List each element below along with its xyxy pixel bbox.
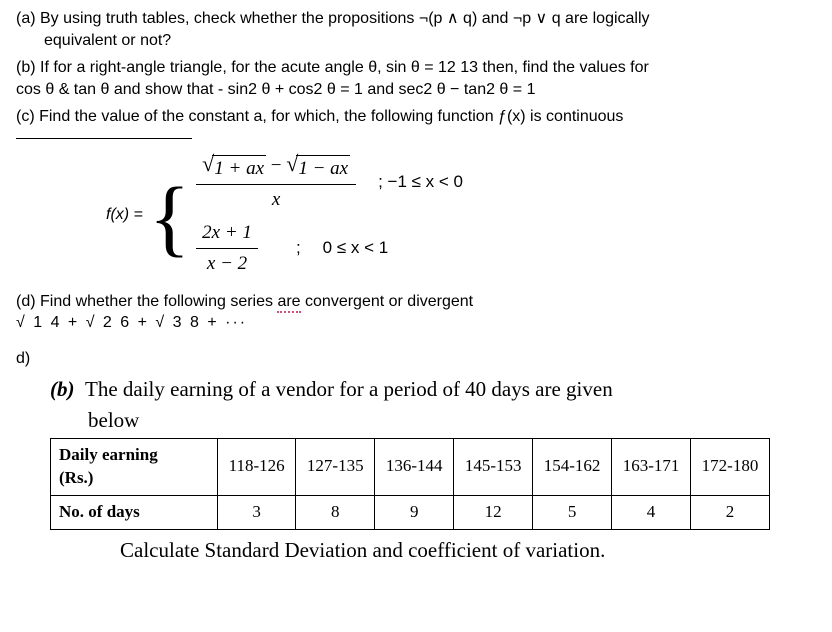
calc-text: Calculate Standard Deviation and coeffic… [120, 536, 816, 564]
frac-1: √1 + ax − √1 − ax x [196, 153, 356, 212]
row1-label: Daily earning (Rs.) [51, 439, 218, 496]
val-4: 5 [533, 495, 612, 529]
val-5: 4 [612, 495, 691, 529]
val-3: 12 [454, 495, 533, 529]
table-row: Daily earning (Rs.) 118-126 127-135 136-… [51, 439, 770, 496]
b-text2: below [88, 406, 816, 434]
r1l1: Daily earning [59, 445, 158, 464]
left-brace: { [149, 182, 190, 252]
qd-l1a: (d) Find whether the following series [16, 293, 277, 310]
num2: 2x + 1 [196, 220, 258, 249]
series: √ 1 4 + √ 2 6 + √ 3 8 + ··· [16, 312, 816, 334]
cond1: ; −1 ≤ x < 0 [378, 171, 463, 194]
hdr-3: 145-153 [454, 439, 533, 496]
b-lbl: (b) [50, 377, 75, 401]
hdr-6: 172-180 [691, 439, 770, 496]
hdr-4: 154-162 [533, 439, 612, 496]
question-b: (b) If for a right-angle triangle, for t… [16, 57, 816, 100]
d2-label: d) [16, 348, 816, 370]
section-d2: d) (b) The daily earning of a vendor for… [16, 348, 816, 564]
fx-label: f(x) = [106, 204, 143, 226]
hdr-5: 163-171 [612, 439, 691, 496]
earnings-table: Daily earning (Rs.) 118-126 127-135 136-… [50, 438, 770, 530]
den2: x − 2 [207, 249, 247, 277]
question-c: (c) Find the value of the constant a, fo… [16, 106, 816, 276]
case-1: √1 + ax − √1 − ax x ; −1 ≤ x < 0 [196, 153, 463, 212]
den1: x [272, 185, 280, 213]
case-2: 2x + 1 x − 2 ; 0 ≤ x < 1 [196, 220, 463, 276]
val-6: 2 [691, 495, 770, 529]
qd-line1: (d) Find whether the following series ar… [16, 291, 816, 313]
qb-line2: cos θ & tan θ and show that - sin2 θ + c… [16, 79, 816, 101]
val-1: 8 [296, 495, 375, 529]
question-a: (a) By using truth tables, check whether… [16, 8, 816, 51]
b-text1: The daily earning of a vendor for a peri… [85, 377, 613, 401]
cases: √1 + ax − √1 − ax x ; −1 ≤ x < 0 2x + 1 … [196, 153, 463, 277]
val-2: 9 [375, 495, 454, 529]
piecewise-function: f(x) = { √1 + ax − √1 − ax x ; −1 ≤ x < … [106, 153, 816, 277]
r1l2: (Rs.) [59, 468, 93, 487]
hdr-2: 136-144 [375, 439, 454, 496]
hdr-1: 127-135 [296, 439, 375, 496]
sub-b: (b) The daily earning of a vendor for a … [50, 375, 816, 564]
semi2: ; [296, 237, 301, 260]
qc-text: (c) Find the value of the constant a, fo… [16, 106, 816, 128]
qd-l1b: are [277, 293, 300, 313]
b-heading: (b) The daily earning of a vendor for a … [50, 375, 816, 403]
cond2: 0 ≤ x < 1 [323, 237, 389, 260]
divider [16, 138, 192, 139]
frac-2: 2x + 1 x − 2 [196, 220, 258, 276]
qd-l1c: convergent or divergent [301, 293, 474, 310]
qa-line2: equivalent or not? [16, 30, 816, 52]
sqrt1-arg: 1 + ax [212, 155, 266, 182]
minus: − [271, 155, 286, 176]
hdr-0: 118-126 [218, 439, 296, 496]
qa-line1: (a) By using truth tables, check whether… [16, 8, 816, 30]
qb-line1: (b) If for a right-angle triangle, for t… [16, 57, 816, 79]
table-row: No. of days 3 8 9 12 5 4 2 [51, 495, 770, 529]
row2-label: No. of days [51, 495, 218, 529]
val-0: 3 [218, 495, 296, 529]
question-d: (d) Find whether the following series ar… [16, 291, 816, 334]
sqrt2-arg: 1 − ax [296, 155, 350, 182]
